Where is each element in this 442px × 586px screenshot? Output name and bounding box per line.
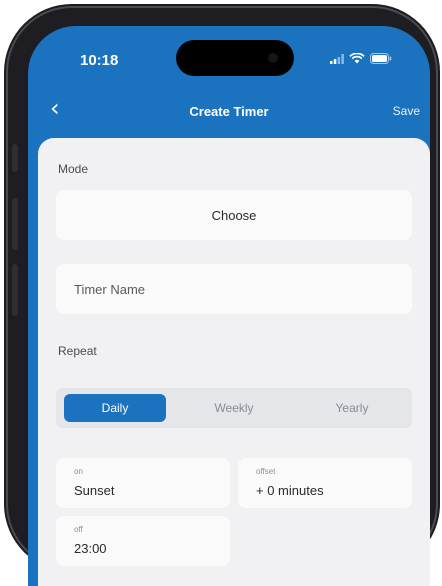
off-label: off: [74, 525, 83, 534]
camera-dot: [268, 53, 278, 63]
on-time-field[interactable]: on Sunset: [56, 458, 230, 508]
mute-switch: [12, 144, 18, 172]
phone-frame: 10:18 ‹ Create Timer Save Mode Choose Ti…: [8, 8, 436, 586]
repeat-option-daily[interactable]: Daily: [64, 394, 166, 422]
repeat-option-yearly[interactable]: Yearly: [302, 394, 402, 422]
off-time-field[interactable]: off 23:00: [56, 516, 230, 566]
screen: 10:18 ‹ Create Timer Save Mode Choose Ti…: [28, 26, 430, 586]
timer-name-input[interactable]: Timer Name: [56, 264, 412, 314]
dynamic-island: [176, 40, 294, 76]
choose-label: Choose: [211, 208, 257, 223]
off-value: 23:00: [74, 541, 107, 556]
repeat-option-weekly[interactable]: Weekly: [184, 394, 284, 422]
repeat-label: Repeat: [58, 344, 97, 358]
save-button[interactable]: Save: [393, 104, 420, 118]
offset-field[interactable]: offset + 0 minutes: [238, 458, 412, 508]
page-title: Create Timer: [189, 104, 269, 119]
battery-icon: [370, 53, 392, 64]
mode-label: Mode: [58, 162, 89, 176]
form-content: Mode Choose Timer Name Repeat Daily Week…: [38, 138, 430, 586]
offset-label: offset: [256, 467, 276, 476]
offset-value: + 0 minutes: [256, 483, 324, 498]
signal-icon: [330, 53, 344, 64]
on-label: on: [74, 467, 83, 476]
wifi-icon: [349, 53, 365, 64]
repeat-segmented-control: Daily Weekly Yearly: [56, 388, 412, 428]
timer-name-placeholder: Timer Name: [74, 282, 146, 297]
navigation-bar: ‹ Create Timer Save: [28, 88, 430, 130]
volume-down-button: [12, 264, 18, 316]
status-bar: 10:18: [28, 26, 430, 82]
status-icons: [330, 53, 392, 64]
on-value: Sunset: [74, 483, 115, 498]
mode-choose-button[interactable]: Choose: [56, 190, 412, 240]
status-time: 10:18: [80, 52, 119, 69]
volume-up-button: [12, 198, 18, 250]
